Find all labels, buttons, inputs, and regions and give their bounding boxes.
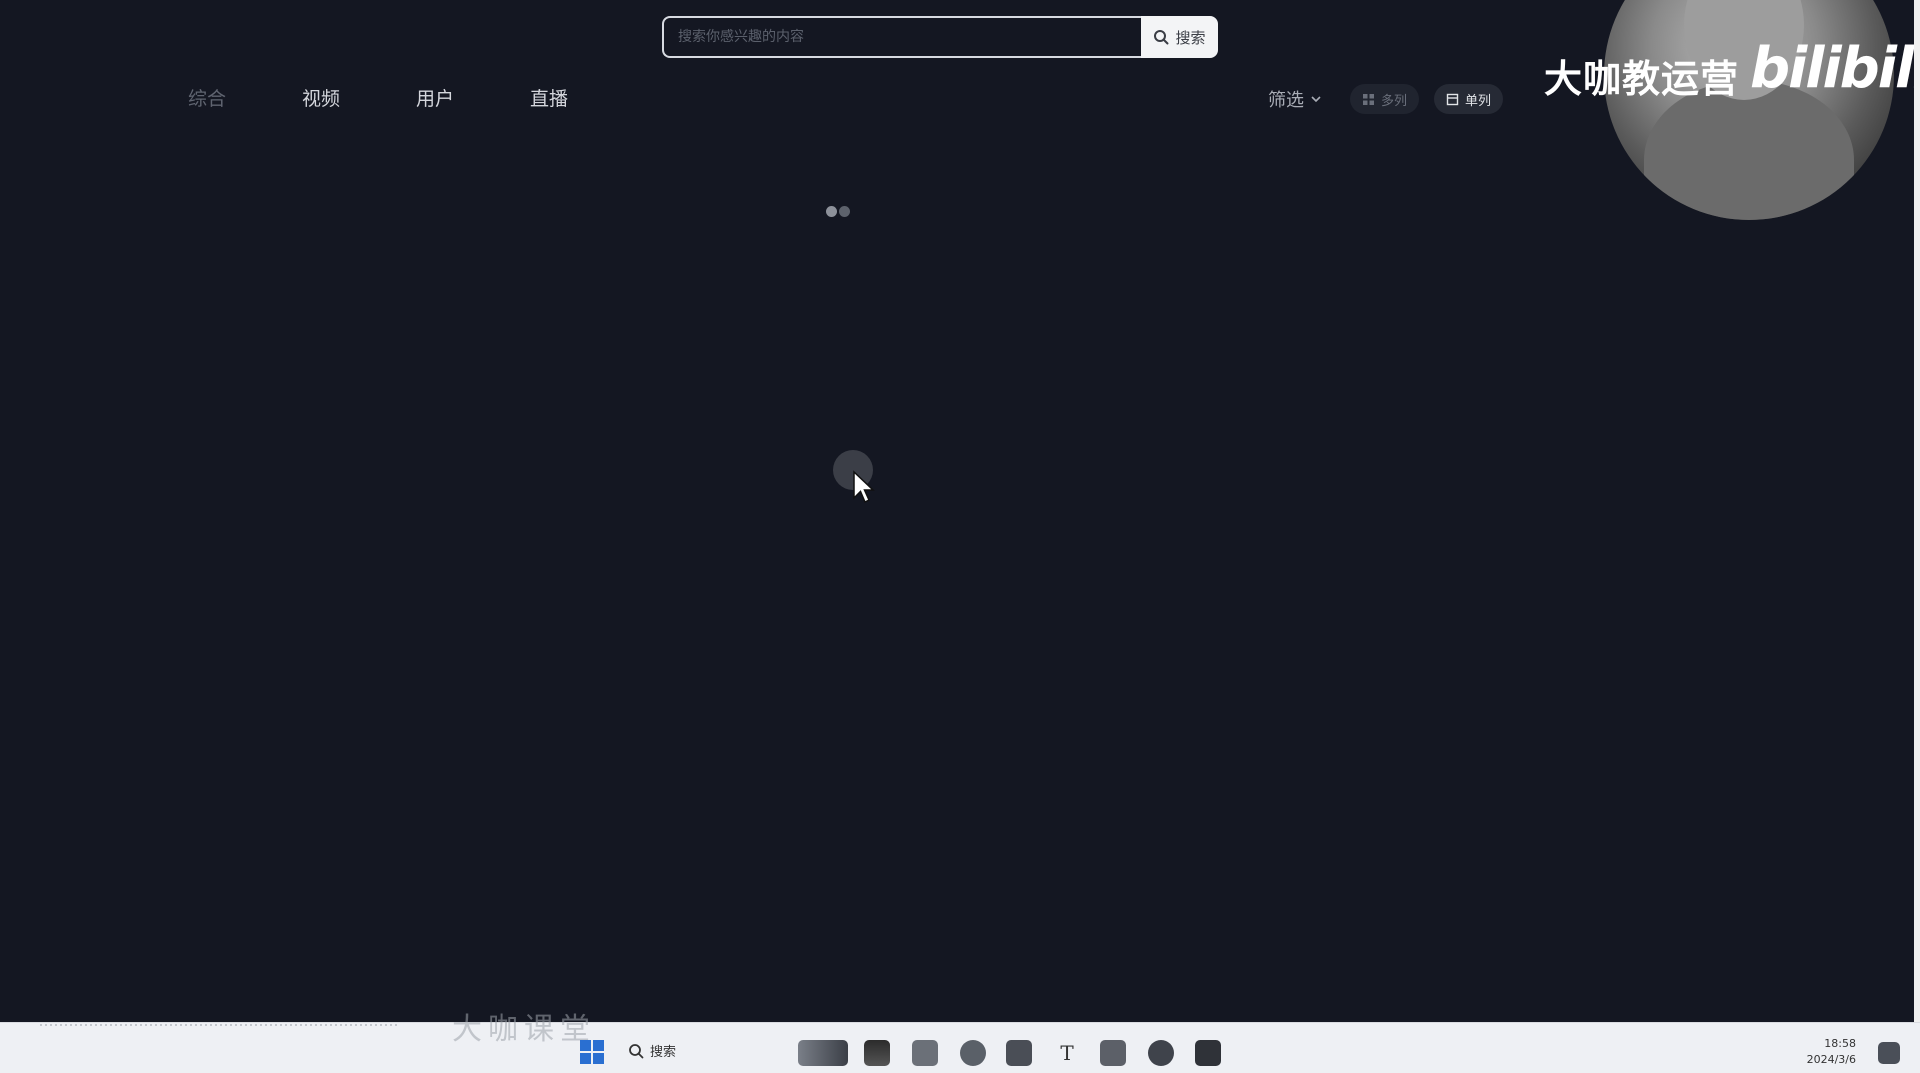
app-icon[interactable] [1195,1040,1221,1066]
loading-dot [826,206,837,217]
store-icon[interactable] [1006,1040,1032,1066]
start-tile [593,1053,604,1064]
widgets-icon[interactable] [798,1040,848,1066]
clock-date: 2024/3/6 [1806,1053,1856,1066]
taskbar-search[interactable]: 搜索 [628,1041,676,1060]
search-bar: 搜索 [662,16,1218,58]
search-button[interactable]: 搜索 [1141,16,1218,58]
task-view-icon[interactable] [864,1040,890,1066]
typora-icon[interactable]: T [1054,1040,1080,1066]
edge-dev-icon[interactable] [1148,1040,1174,1066]
edge-icon[interactable] [960,1040,986,1066]
webcam-overlay [1604,0,1894,220]
notepad-icon[interactable] [1100,1040,1126,1066]
tab-video[interactable]: 视频 [264,84,378,114]
tab-all[interactable]: 综合 [150,84,264,114]
search-input[interactable] [662,16,1141,58]
filter-dropdown[interactable]: 筛选 [1268,84,1322,114]
search-icon [629,1043,644,1058]
start-tile [593,1040,604,1051]
start-tile [580,1053,591,1064]
loading-dots-icon [826,206,850,217]
search-icon [1154,30,1169,45]
view-multi-label: 多列 [1381,93,1408,109]
watermark-text: 大咖教运营 [1544,57,1740,101]
chevron-down-icon [1311,96,1321,103]
view-single-label: 单列 [1465,93,1492,109]
search-button-label: 搜索 [1175,28,1206,47]
view-multi-column-button[interactable]: 多列 [1350,84,1420,114]
window-edge [1914,0,1920,1022]
taskbar-divider [40,1024,400,1026]
start-tile [580,1040,591,1051]
loading-dot [839,206,850,217]
filter-label: 筛选 [1268,90,1304,111]
mouse-cursor-icon [853,470,875,504]
clock-time: 18:58 [1824,1037,1856,1050]
taskbar-search-label: 搜索 [650,1045,677,1060]
start-icon[interactable] [580,1040,604,1064]
notification-icon[interactable] [1878,1042,1900,1064]
system-clock[interactable]: 18:58 2024/3/6 [1796,1036,1856,1068]
brand-watermark: 大咖课堂 [452,1012,596,1047]
grid-icon [1363,93,1374,105]
bilibili-logo: bilibili [1750,36,1920,101]
list-icon [1446,93,1459,105]
tab-user[interactable]: 用户 [378,84,492,114]
file-explorer-icon[interactable] [912,1040,938,1066]
view-single-column-button[interactable]: 单列 [1434,84,1504,114]
search-tabs: 综合 视频 用户 直播 [150,84,606,114]
tab-live[interactable]: 直播 [492,84,606,114]
